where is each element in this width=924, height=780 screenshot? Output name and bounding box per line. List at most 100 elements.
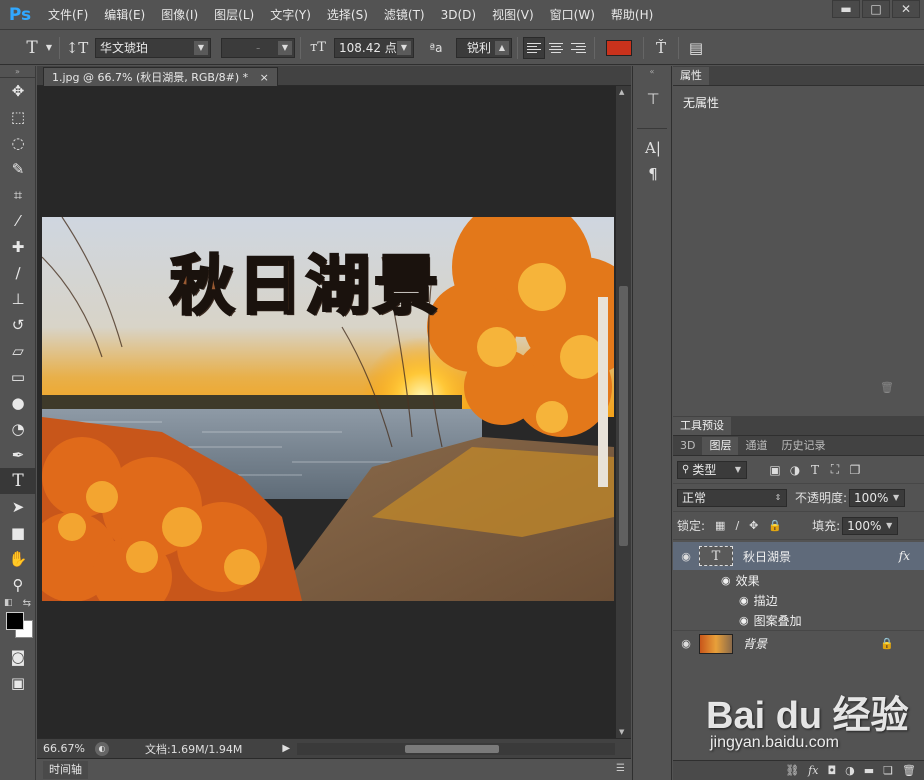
menu-edit[interactable]: 编辑(E) <box>96 0 153 30</box>
clone-stamp-tool-icon[interactable]: ⊥ <box>0 286 36 312</box>
fill-input[interactable]: 100% ▼ <box>842 516 899 535</box>
swap-colors-icon[interactable]: ⇆ <box>23 598 31 609</box>
tool-preset-dropdown-icon[interactable]: ▼ <box>44 36 54 60</box>
align-left-button[interactable] <box>523 36 545 59</box>
rectangle-tool-icon[interactable]: ■ <box>0 520 36 546</box>
move-tool-icon[interactable]: ✥ <box>0 78 36 104</box>
vertical-scrollbar[interactable]: ▲ ▼ <box>616 86 631 738</box>
status-menu-arrow-icon[interactable]: ▶ <box>282 743 290 754</box>
toggle-orientation-icon[interactable]: ↕T <box>65 36 89 60</box>
menu-view[interactable]: 视图(V) <box>484 0 542 30</box>
marquee-tool-icon[interactable]: ⬚ <box>0 104 36 130</box>
eye-icon[interactable]: ◉ <box>739 614 749 627</box>
menu-filter[interactable]: 滤镜(T) <box>376 0 433 30</box>
document-image[interactable]: 秋日湖景 <box>42 217 614 601</box>
horizontal-scrollbar[interactable] <box>297 743 615 755</box>
maximize-button[interactable]: □ <box>862 0 890 18</box>
menu-image[interactable]: 图像(I) <box>153 0 206 30</box>
new-group-icon[interactable]: ▬ <box>864 764 874 777</box>
healing-brush-tool-icon[interactable]: ✚ <box>0 234 36 260</box>
blend-mode-select[interactable]: 正常 ⇕ <box>677 488 787 507</box>
zoom-tool-icon[interactable]: ⚲ <box>0 572 36 598</box>
vertical-scroll-thumb[interactable] <box>619 286 628 546</box>
link-layers-icon[interactable]: ⛓ <box>785 764 799 777</box>
filter-shape-icon[interactable]: ⛶ <box>825 460 845 480</box>
status-info-icon[interactable]: ◐ <box>94 741 109 756</box>
blur-tool-icon[interactable]: ● <box>0 390 36 416</box>
align-right-button[interactable] <box>567 37 589 59</box>
screen-mode-icon[interactable]: ▣ <box>0 670 36 696</box>
filter-pixel-icon[interactable]: ▣ <box>765 460 785 480</box>
layer-row-text[interactable]: ◉ T 秋日湖景 fx <box>673 542 924 570</box>
menu-layer[interactable]: 图层(L) <box>206 0 262 30</box>
font-style-select[interactable]: - ▼ <box>221 37 295 58</box>
foreground-color[interactable] <box>6 612 24 630</box>
filter-smart-object-icon[interactable]: ❐ <box>845 460 865 480</box>
minimize-button[interactable]: ▬ <box>832 0 860 18</box>
type-tool-icon[interactable]: T <box>0 468 36 494</box>
menu-type[interactable]: 文字(Y) <box>262 0 319 30</box>
hand-tool-icon[interactable]: ✋ <box>0 546 36 572</box>
font-size-select[interactable]: 108.42 点 ▼ <box>334 37 414 58</box>
menu-help[interactable]: 帮助(H) <box>603 0 661 30</box>
quick-mask-icon[interactable]: ◙ <box>0 644 36 670</box>
lock-transparent-icon[interactable]: ▦ <box>715 519 725 532</box>
lock-position-icon[interactable]: ✥ <box>749 519 758 532</box>
tool-presets-dock-icon[interactable]: ⊤ <box>633 86 673 112</box>
panel-grip-icon[interactable]: « <box>633 66 671 78</box>
type-tool-icon[interactable]: T <box>20 36 44 60</box>
paragraph-panel-icon[interactable]: ¶ <box>633 161 673 187</box>
horizontal-scroll-thumb[interactable] <box>405 745 499 753</box>
trash-icon[interactable]: 🗑 <box>902 764 916 777</box>
close-icon[interactable]: × <box>260 71 269 84</box>
warp-text-icon[interactable]: Ť <box>649 36 673 60</box>
new-layer-icon[interactable]: ❏ <box>883 764 893 777</box>
layer-effects-row[interactable]: ◉ 效果 <box>673 570 924 590</box>
add-layer-style-icon[interactable]: fx <box>808 764 818 777</box>
default-colors-icon[interactable]: ◧ <box>4 598 13 608</box>
tab-properties[interactable]: 属性 <box>673 67 709 85</box>
panel-menu-icon[interactable]: ☰ <box>616 763 625 774</box>
scroll-up-icon[interactable]: ▲ <box>619 88 624 96</box>
menu-file[interactable]: 文件(F) <box>40 0 96 30</box>
tab-tool-presets[interactable]: 工具预设 <box>673 417 731 435</box>
tab-layers[interactable]: 图层 <box>702 437 739 455</box>
opacity-input[interactable]: 100% ▼ <box>849 488 906 507</box>
new-adjustment-layer-icon[interactable]: ◑ <box>845 764 855 777</box>
eye-icon[interactable]: ◉ <box>673 637 699 650</box>
layer-effects-icon[interactable]: fx <box>899 549 910 563</box>
canvas-area[interactable]: 秋日湖景 <box>37 86 616 738</box>
document-tab[interactable]: 1.jpg @ 66.7% (秋日湖景, RGB/8#) * × <box>43 67 278 86</box>
menu-select[interactable]: 选择(S) <box>319 0 376 30</box>
lock-all-icon[interactable]: 🔒 <box>768 519 782 532</box>
tab-channels[interactable]: 通道 <box>738 437 774 455</box>
eye-icon[interactable]: ◉ <box>739 594 749 607</box>
tab-history[interactable]: 历史记录 <box>774 437 832 455</box>
lock-pixels-icon[interactable]: ∕ <box>735 519 739 532</box>
character-panel-icon[interactable]: A| <box>633 135 673 161</box>
scroll-down-icon[interactable]: ▼ <box>619 728 624 736</box>
pen-tool-icon[interactable]: ✒ <box>0 442 36 468</box>
align-center-button[interactable] <box>545 37 567 59</box>
eyedropper-tool-icon[interactable]: ⁄ <box>0 208 36 234</box>
history-brush-tool-icon[interactable]: ↺ <box>0 312 36 338</box>
eraser-tool-icon[interactable]: ▱ <box>0 338 36 364</box>
menu-3d[interactable]: 3D(D) <box>433 0 484 30</box>
dodge-tool-icon[interactable]: ◔ <box>0 416 36 442</box>
text-color-swatch[interactable] <box>606 39 632 56</box>
layer-row-background[interactable]: ◉ 背景 🔒 <box>673 630 924 656</box>
eye-icon[interactable]: ◉ <box>673 550 699 563</box>
panel-grip-icon[interactable]: » <box>0 66 35 78</box>
crop-tool-icon[interactable]: ⌗ <box>0 182 36 208</box>
timeline-tab[interactable]: 时间轴 <box>43 761 88 779</box>
layer-filter-select[interactable]: ⚲ 类型 ▼ <box>677 460 747 479</box>
effect-stroke-row[interactable]: ◉ 描边 <box>673 590 924 610</box>
character-panel-icon[interactable]: ▤ <box>684 36 708 60</box>
quick-select-tool-icon[interactable]: ✎ <box>0 156 36 182</box>
font-family-select[interactable]: 华文琥珀 ▼ <box>95 37 211 58</box>
effect-pattern-overlay-row[interactable]: ◉ 图案叠加 <box>673 610 924 630</box>
zoom-level[interactable]: 66.67% <box>43 742 85 755</box>
antialias-select[interactable]: 锐利 ▲ <box>456 37 512 58</box>
lasso-tool-icon[interactable]: ◌ <box>0 130 36 156</box>
eye-icon[interactable]: ◉ <box>721 574 731 587</box>
